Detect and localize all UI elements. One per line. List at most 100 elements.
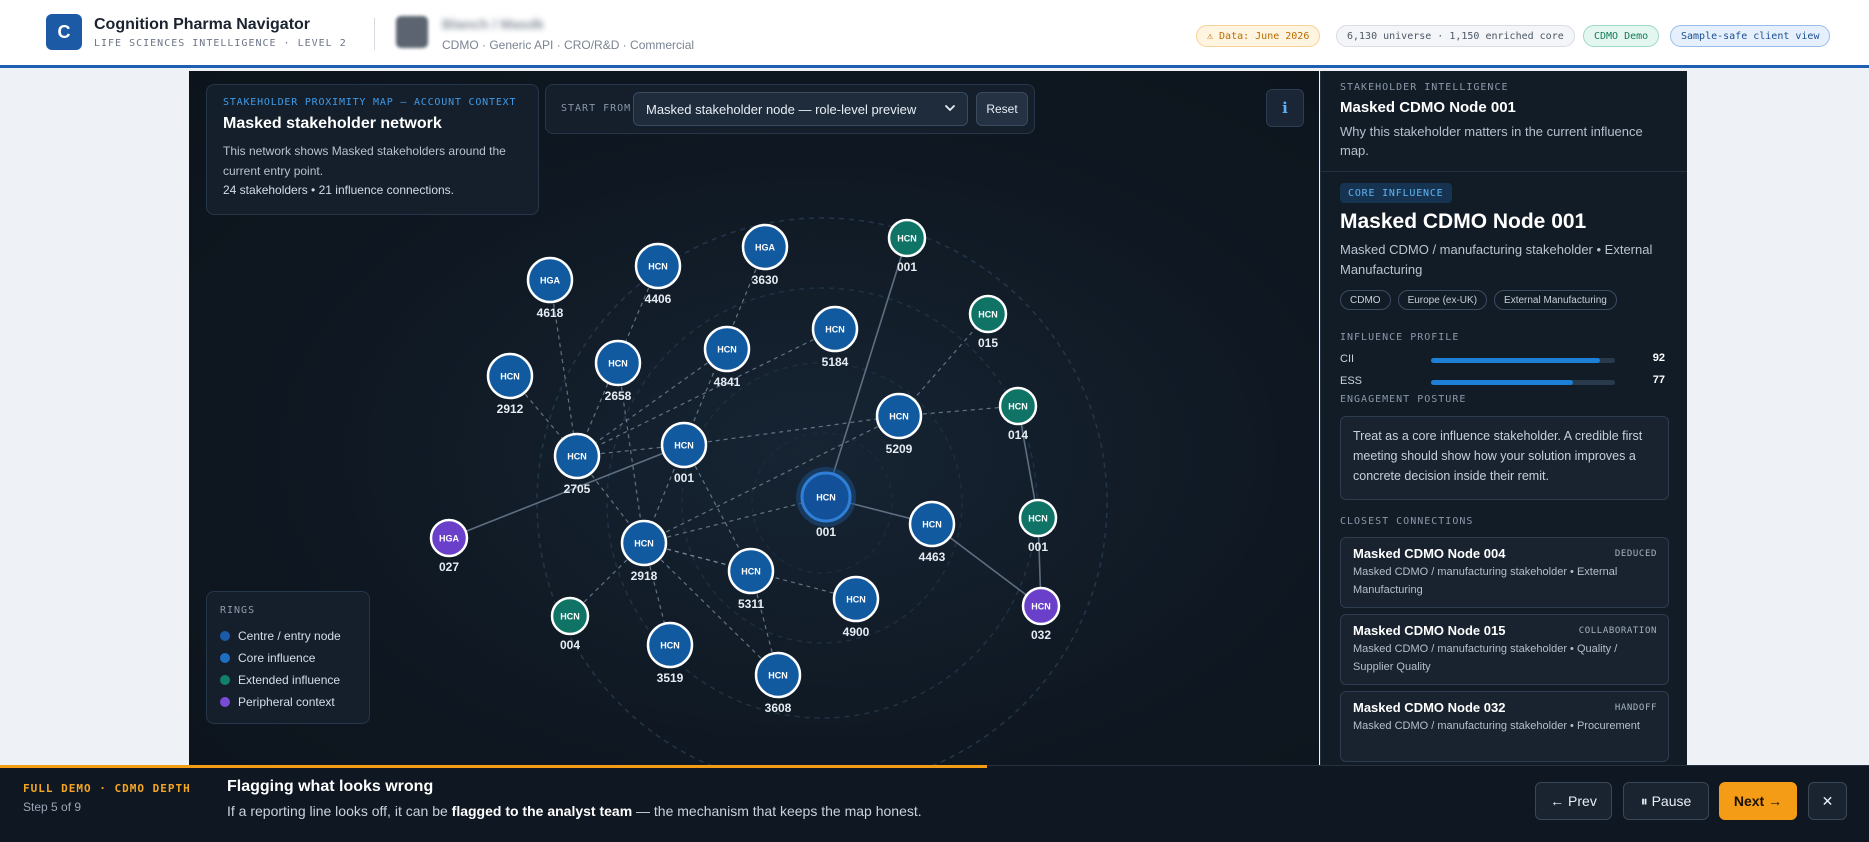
legend-dot-icon — [220, 675, 230, 685]
node-label: 4841 — [714, 375, 741, 389]
stakeholder-node[interactable]: HCN 2705 — [553, 432, 601, 496]
metric-value: 92 — [1652, 352, 1665, 364]
panel-divider — [1321, 171, 1687, 172]
node-abbr: HCN — [846, 595, 866, 605]
legend-item: Core influence — [220, 647, 356, 669]
stakeholder-node[interactable]: HCN 4406 — [634, 242, 682, 306]
node-abbr: HCN — [660, 641, 680, 651]
next-button[interactable]: Next → — [1719, 782, 1797, 820]
stakeholder-node[interactable]: HCN 4463 — [908, 500, 956, 564]
info-icon[interactable]: i — [1266, 89, 1304, 127]
node-label: 5311 — [738, 597, 764, 611]
node-label: 4900 — [843, 625, 870, 639]
node-abbr: HCN — [1031, 602, 1051, 612]
close-tour-button[interactable]: ✕ — [1808, 782, 1847, 820]
node-abbr: HCN — [741, 567, 761, 577]
panel-why-text: Why this stakeholder matters in the curr… — [1340, 124, 1643, 158]
connection-card[interactable]: Masked CDMO Node 015 COLLABORATION Masked … — [1340, 614, 1669, 685]
legend-dot-icon — [220, 697, 230, 707]
stakeholder-node[interactable]: HCN 3608 — [754, 651, 802, 715]
stakeholder-role: Masked CDMO / manufacturing stakeholder … — [1340, 242, 1653, 277]
metric-track — [1431, 380, 1615, 385]
node-label: 4463 — [919, 550, 946, 564]
node-abbr: HCN — [608, 359, 628, 369]
reset-button[interactable]: Reset — [976, 92, 1028, 126]
stakeholder-node[interactable]: HGA 3630 — [741, 223, 789, 287]
stakeholder-node[interactable]: HCN 2912 — [486, 352, 534, 416]
legend-item: Extended influence — [220, 669, 356, 691]
node-label: 5209 — [886, 442, 913, 456]
node-label: 2658 — [605, 389, 632, 403]
stakeholder-node[interactable]: HCN 015 — [968, 294, 1008, 350]
stakeholder-node[interactable]: HCN 001 — [796, 467, 856, 539]
node-label: 032 — [1031, 628, 1051, 642]
stakeholder-node[interactable]: HCN 001 — [887, 218, 927, 274]
connection-card[interactable]: Masked CDMO Node 004 DEDUCED Masked CDMO /… — [1340, 537, 1669, 608]
closest-connections-title: CLOSEST CONNECTIONS — [1340, 516, 1474, 527]
data-date-badge: ⚠ Data: June 2026 — [1196, 25, 1321, 47]
stakeholder-node[interactable]: HCN 5184 — [811, 305, 859, 369]
node-abbr: HGA — [540, 276, 561, 286]
stakeholder-node[interactable]: HCN 5311 — [727, 547, 775, 611]
stakeholder-node[interactable]: HGA 027 — [429, 518, 469, 574]
node-label: 3608 — [765, 701, 792, 715]
node-abbr: HCN — [560, 612, 580, 622]
metric-ess: ESS 77 — [1340, 374, 1665, 390]
node-abbr: HGA — [439, 534, 460, 544]
panel-eyebrow: STAKEHOLDER INTELLIGENCE — [1340, 82, 1509, 93]
connection-desc: Masked CDMO / manufacturing stakeholder … — [1353, 720, 1640, 732]
start-from-bar: START FROM Masked stakeholder node — rol… — [545, 84, 1035, 134]
app-header: C Cognition Pharma Navigator LIFE SCIENC… — [0, 0, 1869, 68]
pause-button[interactable]: ⏸ Pause — [1623, 782, 1709, 820]
node-label: 3519 — [657, 671, 684, 685]
legend-title: RINGS — [220, 605, 256, 616]
stakeholder-node[interactable]: HCN 014 — [998, 386, 1038, 442]
stakeholder-node[interactable]: HCN 4841 — [703, 325, 751, 389]
node-abbr: HCN — [500, 372, 520, 382]
stakeholder-node[interactable]: HGA 4618 — [526, 256, 574, 320]
start-from-label: START FROM — [561, 103, 632, 114]
stakeholder-node[interactable]: HCN 2918 — [620, 519, 668, 583]
connection-name: Masked CDMO Node 032 — [1353, 700, 1506, 715]
app-logo[interactable]: C — [46, 14, 82, 50]
node-label: 001 — [816, 525, 836, 539]
info-card-eyebrow: STAKEHOLDER PROXIMITY MAP — ACCOUNT CONT… — [223, 97, 517, 108]
stakeholder-tag: CDMO — [1340, 290, 1391, 310]
start-node-select[interactable]: Masked stakeholder node — role-level pre… — [633, 92, 968, 126]
tour-step-counter: Step 5 of 9 — [23, 800, 82, 814]
influence-edge[interactable] — [683, 415, 900, 446]
stakeholder-node[interactable]: HCN 4900 — [832, 575, 880, 639]
node-abbr: HCN — [567, 452, 587, 462]
stakeholder-node[interactable]: HCN 032 — [1021, 586, 1061, 642]
engagement-posture-title: ENGAGEMENT POSTURE — [1340, 394, 1467, 405]
node-label: 027 — [439, 560, 459, 574]
metric-value: 77 — [1652, 374, 1665, 386]
client-segments: CDMO · Generic API · CRO/R&D · Commercia… — [442, 38, 695, 52]
legend-label: Extended influence — [238, 673, 341, 687]
node-label: 001 — [674, 471, 694, 485]
metric-track — [1431, 358, 1615, 363]
info-card-count: 24 stakeholders • 21 influence connectio… — [223, 183, 455, 197]
stakeholder-tag: Europe (ex-UK) — [1397, 290, 1488, 310]
connection-type: DEDUCED — [1614, 549, 1657, 559]
client-view-badge[interactable]: Sample-safe client view — [1670, 25, 1831, 47]
node-abbr: HCN — [1008, 402, 1028, 412]
stakeholder-node[interactable]: HCN 001 — [1018, 498, 1058, 554]
start-node-select-value: Masked stakeholder node — role-level pre… — [646, 102, 917, 117]
stakeholder-node[interactable]: HCN 3519 — [646, 621, 694, 685]
connection-card[interactable]: Masked CDMO Node 032 HANDOFF Masked CDMO /… — [1340, 691, 1669, 762]
node-label: 004 — [560, 638, 580, 652]
node-abbr: HCN — [648, 262, 668, 272]
stakeholder-node[interactable]: HCN 004 — [550, 596, 590, 652]
stakeholder-node[interactable]: HCN 2658 — [594, 339, 642, 403]
stakeholder-node[interactable]: HCN 001 — [660, 421, 708, 485]
client-name: Blanch / Masdk — [442, 16, 544, 32]
node-label: 4618 — [537, 306, 564, 320]
legend-label: Peripheral context — [238, 695, 335, 709]
legend-dot-icon — [220, 653, 230, 663]
stakeholder-node[interactable]: HCN 5209 — [875, 392, 923, 456]
prev-button[interactable]: ← Prev — [1535, 782, 1612, 820]
influence-profile-title: INFLUENCE PROFILE — [1340, 332, 1460, 343]
node-label: 001 — [1028, 540, 1048, 554]
panel-heading: Masked CDMO Node 001 — [1340, 99, 1516, 116]
